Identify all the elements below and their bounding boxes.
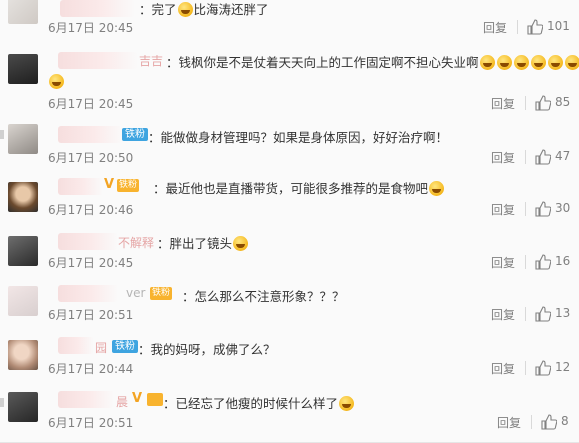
thumbs-up-icon[interactable]	[535, 201, 551, 217]
comment-time: 6月17日 20:44	[48, 362, 134, 376]
comment-text: ：钱枫你是不是仗着天天向上的工作固定啊不担心失业啊	[166, 52, 579, 71]
reply-button[interactable]: 回复	[491, 149, 515, 166]
comment-text: ：完了 比海涛还胖了	[139, 2, 269, 17]
divider	[525, 96, 526, 110]
verified-v-icon: V	[104, 177, 115, 192]
username-mask	[58, 52, 138, 69]
comment-item: ：完了 比海涛还胖了 6月17日 20:45 回复 101	[0, 0, 579, 43]
comment-item: 不解释 ：胖出了镜头 6月17日 20:45 回复 16	[0, 226, 579, 279]
comment-text: ：怎么那么不注意形象？？？	[182, 289, 345, 304]
comment-text: ：我的妈呀，成佛了么？	[138, 342, 276, 357]
comment-item: 吉吉 ：钱枫你是不是仗着天天向上的工作固定啊不担心失业啊 6月17日 20:45…	[0, 42, 579, 119]
avatar[interactable]	[8, 124, 38, 154]
laugh-cry-emoji-icon	[233, 236, 249, 251]
comment-item: V 铁粉 ：最近他也是直播带货，可能很多推荐的是食物吧 6月17日 20:46 …	[0, 170, 579, 227]
username-tail[interactable]: ver	[126, 286, 145, 300]
left-marker	[0, 398, 4, 407]
laugh-cry-emoji-icon	[564, 55, 579, 70]
verified-v-icon: V	[132, 391, 143, 406]
reply-button[interactable]: 回复	[491, 201, 515, 218]
laugh-cry-emoji-icon	[49, 74, 64, 89]
thumbs-up-icon[interactable]	[535, 306, 551, 322]
divider	[525, 361, 526, 375]
fan-badge: 铁粉	[122, 128, 148, 141]
divider	[531, 415, 532, 429]
like-count: 16	[555, 254, 571, 268]
avatar[interactable]	[8, 236, 38, 266]
thumbs-up-icon[interactable]	[535, 360, 551, 376]
reply-button[interactable]: 回复	[483, 19, 507, 36]
reply-button[interactable]: 回复	[497, 414, 521, 431]
laugh-cry-emoji-icon	[177, 2, 193, 17]
laugh-cry-emoji-icon	[479, 55, 495, 70]
comment-time: 6月17日 20:51	[48, 416, 134, 430]
divider	[525, 202, 526, 216]
laugh-cry-emoji-icon	[513, 55, 529, 70]
username-mask	[58, 285, 118, 302]
avatar[interactable]	[8, 54, 38, 84]
level-badge: 铁粉	[150, 287, 173, 300]
like-count: 8	[561, 414, 569, 428]
comment-time: 6月17日 20:45	[48, 256, 134, 270]
username-mask	[58, 233, 118, 250]
laugh-cry-emoji-icon	[547, 55, 563, 70]
like-count: 101	[547, 19, 570, 33]
laugh-cry-emoji-icon	[530, 55, 546, 70]
comment-time: 6月17日 20:46	[48, 203, 134, 217]
avatar[interactable]	[8, 340, 38, 370]
username-mask	[58, 126, 123, 143]
comment-time: 6月17日 20:45	[48, 21, 134, 35]
thumbs-up-icon[interactable]	[541, 414, 557, 430]
left-marker	[0, 130, 4, 139]
comment-time: 6月17日 20:51	[48, 308, 134, 322]
divider	[525, 255, 526, 269]
like-count: 13	[555, 306, 571, 320]
username-mask	[58, 391, 114, 408]
username-mask	[60, 0, 135, 17]
comment-item: 晨 V ：已经忘了他瘦的时候什么样了 6月17日 20:51 回复 8	[0, 382, 579, 443]
comment-item: ver 铁粉 ：怎么那么不注意形象？？？ 6月17日 20:51 回复 13	[0, 278, 579, 331]
laugh-cry-emoji-icon	[496, 55, 512, 70]
like-count: 85	[555, 95, 571, 109]
username-tail[interactable]: 园	[95, 339, 107, 356]
thumbs-up-icon[interactable]	[535, 95, 551, 111]
thumbs-up-icon[interactable]	[535, 254, 551, 270]
laugh-cry-emoji-icon	[339, 396, 355, 411]
level-badge	[147, 393, 163, 406]
comment-text: ：胖出了镜头	[157, 233, 249, 252]
avatar[interactable]	[8, 392, 38, 422]
reply-button[interactable]: 回复	[491, 95, 515, 112]
fan-badge: 铁粉	[112, 340, 138, 353]
username-tail[interactable]: 吉吉	[139, 52, 163, 69]
username-mask	[58, 337, 94, 354]
divider	[517, 20, 518, 34]
username-tail[interactable]: 晨	[116, 393, 128, 410]
thumbs-up-icon[interactable]	[527, 19, 543, 35]
reply-button[interactable]: 回复	[491, 306, 515, 323]
like-count: 47	[555, 149, 571, 163]
laugh-cry-emoji-icon	[429, 181, 445, 196]
comment-text: ：能做做身材管理吗？如果是身体原因，好好治疗啊！	[148, 130, 449, 145]
reply-button[interactable]: 回复	[491, 360, 515, 377]
comment-item: 园 铁粉 ：我的妈呀，成佛了么？ 6月17日 20:44 回复 12	[0, 330, 579, 383]
like-count: 12	[555, 360, 571, 374]
username-tail[interactable]: 不解释	[118, 234, 154, 251]
comment-item: 铁粉 ：能做做身材管理吗？如果是身体原因，好好治疗啊！ 6月17日 20:50 …	[0, 118, 579, 171]
avatar[interactable]	[8, 182, 38, 212]
level-badge: 铁粉	[117, 179, 140, 192]
thumbs-up-icon[interactable]	[535, 149, 551, 165]
comment-text: ：最近他也是直播带货，可能很多推荐的是食物吧	[153, 178, 445, 197]
avatar[interactable]	[8, 286, 38, 316]
comment-time: 6月17日 20:50	[48, 151, 134, 165]
avatar[interactable]	[8, 0, 38, 24]
divider	[525, 150, 526, 164]
comment-time: 6月17日 20:45	[48, 97, 134, 111]
username-mask	[58, 178, 103, 195]
divider	[525, 307, 526, 321]
comment-text: ：已经忘了他瘦的时候什么样了	[163, 393, 355, 412]
like-count: 30	[555, 201, 571, 215]
reply-button[interactable]: 回复	[491, 254, 515, 271]
